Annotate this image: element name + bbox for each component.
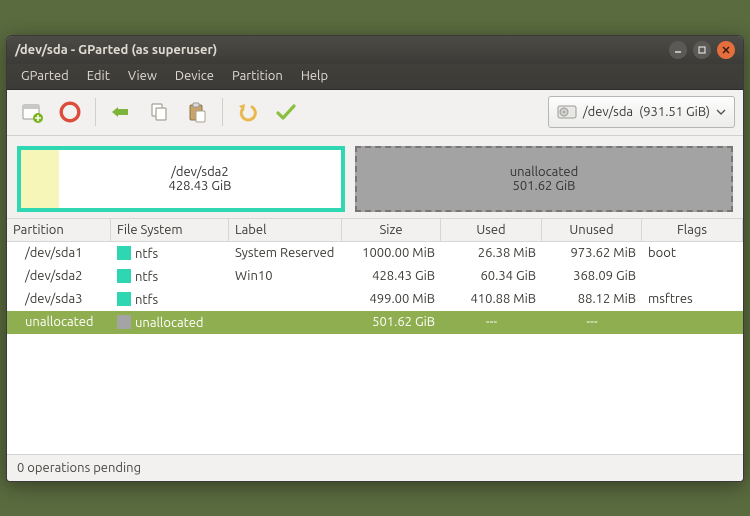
cell-label: System Reserved — [229, 244, 342, 263]
menu-device[interactable]: Device — [167, 66, 222, 86]
apply-button[interactable] — [269, 95, 303, 129]
titlebar[interactable]: /dev/sda - GParted (as superuser) — [7, 36, 743, 64]
cell-used: --- — [441, 313, 542, 332]
cell-flags — [642, 267, 743, 286]
partition-map: /dev/sda2 428.43 GiB unallocated 501.62 … — [7, 136, 743, 218]
table-body: /dev/sda1ntfsSystem Reserved1000.00 MiB2… — [7, 242, 743, 334]
cell-label: Win10 — [229, 267, 342, 286]
device-name: /dev/sda — [583, 105, 633, 119]
menu-gparted[interactable]: GParted — [13, 66, 77, 86]
cell-size: 428.43 GiB — [342, 267, 441, 286]
cell-filesystem: unallocated — [111, 313, 229, 332]
fs-color-swatch — [117, 269, 131, 283]
map-segment-unallocated[interactable]: unallocated 501.62 GiB — [355, 146, 733, 212]
table-row[interactable]: /dev/sda2ntfsWin10428.43 GiB60.34 GiB368… — [7, 265, 743, 288]
cell-used: 60.34 GiB — [441, 267, 542, 286]
col-partition[interactable]: Partition — [7, 219, 111, 241]
cell-label — [229, 313, 342, 332]
map-used-region — [21, 150, 59, 208]
cell-unused: 88.12 MiB — [542, 290, 642, 309]
device-size: (931.51 GiB) — [639, 105, 710, 119]
toolbar: /dev/sda (931.51 GiB) — [7, 90, 743, 136]
cell-size: 499.00 MiB — [342, 290, 441, 309]
cell-unused: 368.09 GiB — [542, 267, 642, 286]
delete-partition-button[interactable] — [53, 95, 87, 129]
cell-used: 26.38 MiB — [441, 244, 542, 263]
cell-partition: /dev/sda2 — [7, 267, 111, 286]
map-partition-name: /dev/sda2 — [171, 165, 229, 179]
map-partition-size: 428.43 GiB — [169, 179, 232, 193]
fs-color-swatch — [117, 292, 131, 306]
table-header: Partition File System Label Size Used Un… — [7, 218, 743, 242]
close-button[interactable] — [717, 41, 735, 59]
resize-move-button[interactable] — [104, 95, 138, 129]
window-title: /dev/sda - GParted (as superuser) — [15, 43, 663, 57]
menu-view[interactable]: View — [120, 66, 165, 86]
cell-label — [229, 290, 342, 309]
col-filesystem[interactable]: File System — [111, 219, 229, 241]
map-unalloc-size: 501.62 GiB — [513, 179, 576, 193]
col-unused[interactable]: Unused — [542, 219, 642, 241]
fs-color-swatch — [117, 246, 131, 260]
chevron-down-icon — [716, 107, 726, 117]
menubar: GParted Edit View Device Partition Help — [7, 64, 743, 90]
cell-flags: boot — [642, 244, 743, 263]
minimize-button[interactable] — [669, 41, 687, 59]
cell-size: 1000.00 MiB — [342, 244, 441, 263]
col-size[interactable]: Size — [342, 219, 441, 241]
undo-button[interactable] — [231, 95, 265, 129]
cell-filesystem: ntfs — [111, 290, 229, 309]
cell-used: 410.88 MiB — [441, 290, 542, 309]
map-segment-sda2[interactable]: /dev/sda2 428.43 GiB — [17, 146, 345, 212]
copy-button[interactable] — [142, 95, 176, 129]
toolbar-separator — [95, 98, 96, 126]
new-partition-button[interactable] — [15, 95, 49, 129]
cell-partition: unallocated — [7, 313, 111, 332]
cell-partition: /dev/sda1 — [7, 244, 111, 263]
gparted-window: /dev/sda - GParted (as superuser) GParte… — [6, 35, 744, 482]
toolbar-separator — [222, 98, 223, 126]
menu-edit[interactable]: Edit — [79, 66, 118, 86]
menu-partition[interactable]: Partition — [224, 66, 291, 86]
map-unalloc-name: unallocated — [510, 165, 579, 179]
cell-filesystem: ntfs — [111, 244, 229, 263]
harddisk-icon — [557, 104, 577, 120]
table-row[interactable]: unallocatedunallocated501.62 GiB------ — [7, 311, 743, 334]
paste-button[interactable] — [180, 95, 214, 129]
col-label[interactable]: Label — [229, 219, 342, 241]
cell-unused: 973.62 MiB — [542, 244, 642, 263]
statusbar: 0 operations pending — [7, 454, 743, 481]
cell-flags — [642, 313, 743, 332]
device-selector[interactable]: /dev/sda (931.51 GiB) — [548, 96, 735, 128]
col-used[interactable]: Used — [441, 219, 542, 241]
fs-color-swatch — [117, 315, 131, 329]
table-row[interactable]: /dev/sda3ntfs 499.00 MiB410.88 MiB88.12 M… — [7, 288, 743, 311]
cell-size: 501.62 GiB — [342, 313, 441, 332]
menu-help[interactable]: Help — [293, 66, 336, 86]
maximize-button[interactable] — [693, 41, 711, 59]
cell-filesystem: ntfs — [111, 267, 229, 286]
col-flags[interactable]: Flags — [642, 219, 743, 241]
cell-flags: msftres — [642, 290, 743, 309]
cell-unused: --- — [542, 313, 642, 332]
cell-partition: /dev/sda3 — [7, 290, 111, 309]
status-text: 0 operations pending — [17, 461, 141, 475]
table-row[interactable]: /dev/sda1ntfsSystem Reserved1000.00 MiB2… — [7, 242, 743, 265]
partition-table: Partition File System Label Size Used Un… — [7, 218, 743, 454]
